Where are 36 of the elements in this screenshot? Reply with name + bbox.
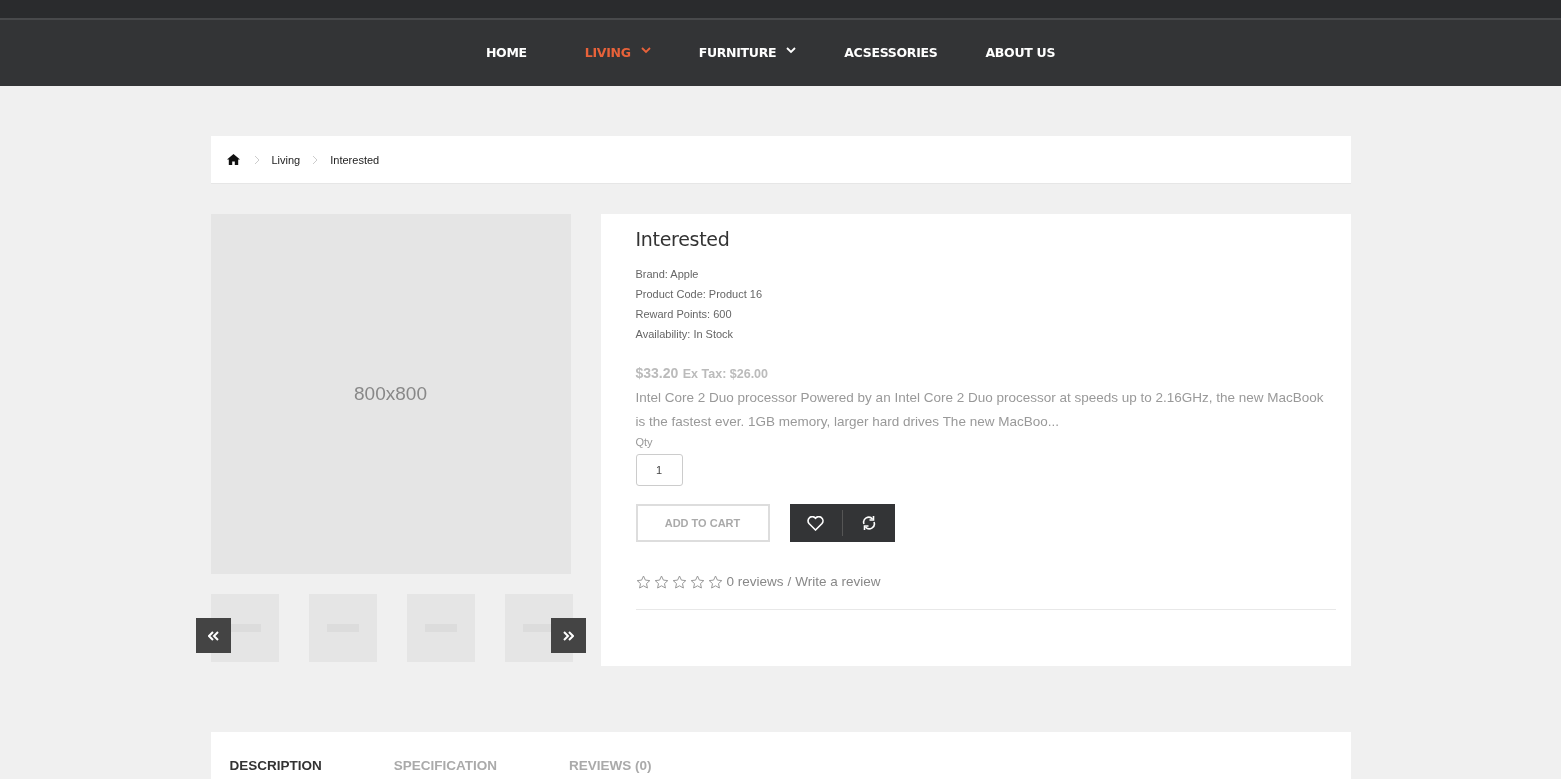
star-icon [707,574,723,589]
home-icon[interactable] [226,154,240,165]
star-icon [653,574,669,589]
nav-link[interactable]: ABOUT US [985,44,1056,60]
nav-link[interactable]: ACSESSORIES [844,44,938,60]
image-size-label: 800x800 [354,383,427,405]
breadcrumb-link[interactable]: Interested [330,153,380,166]
qty-field[interactable]: 1 [635,454,683,486]
product-description: Intel Core 2 Duo processor Powered by an Intel Core 2 Duo processor at speeds up to 2.16GHz, the new MacBook is the fastest ever. 1GB memory, larger hard drives The new MacBoo... [635,389,1325,431]
chevron-right-icon [312,154,319,165]
previous-button[interactable] [195,618,231,653]
nav-link[interactable]: LIVING [584,44,651,60]
write-review-link[interactable]: Write a review [795,574,881,589]
product-detail: Product Code: Product 16 [635,287,764,302]
product-detail: Reward Points: 600 [635,307,733,322]
star-icon [635,574,651,589]
product-title: Interested [635,228,731,250]
ex-tax-price: Ex Tax: $26.00 [682,367,769,381]
reviews-link[interactable]: 0 reviews [726,574,784,589]
tab[interactable]: DESCRIPTION [229,758,322,776]
qty-label: Qty [635,436,654,448]
star-icon [671,574,687,589]
product-detail: Availability: In Stock [635,327,735,342]
breadcrumb-link[interactable]: Living [271,153,301,166]
double-chevron-left-icon [207,630,219,641]
nav-link[interactable]: FURNITURE [698,44,797,60]
next-button[interactable] [550,618,586,653]
price: $33.20 [635,365,679,381]
double-chevron-right-icon [562,630,574,641]
chevron-right-icon [253,154,260,165]
product-detail: Brand: Apple [635,267,700,282]
separator-text: / [787,574,792,589]
nav-link[interactable]: HOME [485,44,527,60]
refresh-icon [860,515,877,531]
star-icon [689,574,705,589]
heart-icon [807,515,824,531]
